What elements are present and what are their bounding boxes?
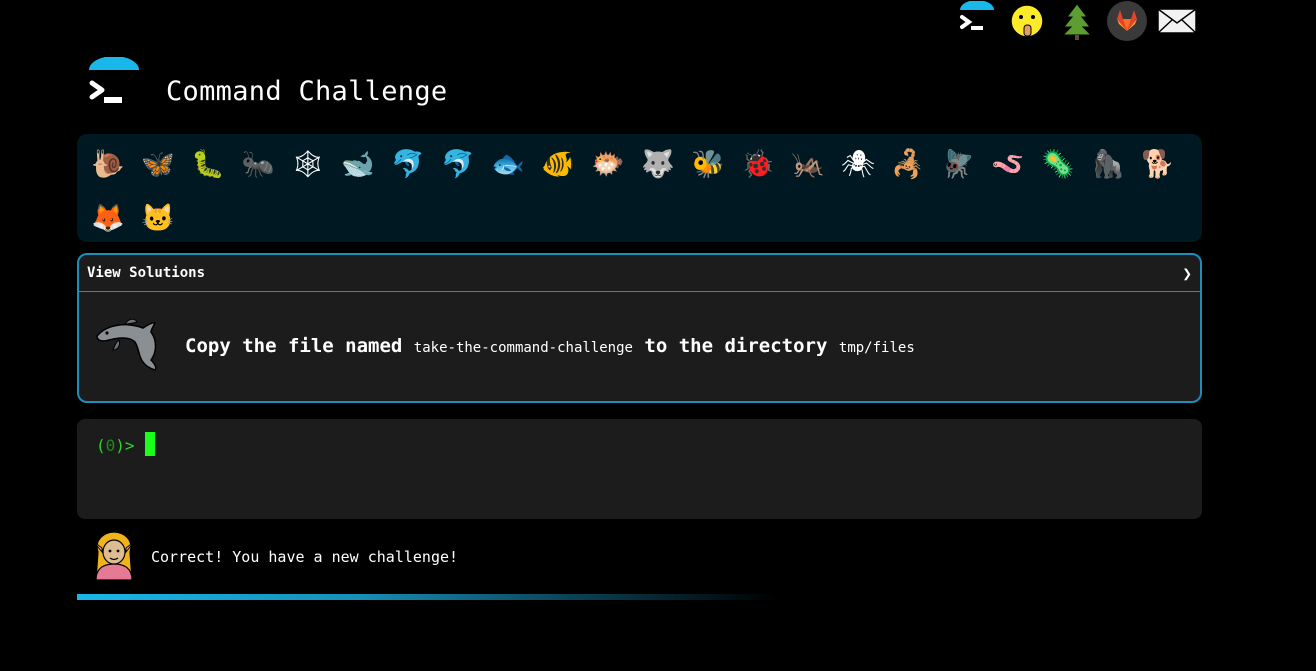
- shushing-face-icon[interactable]: [1005, 0, 1049, 42]
- terminal-umbrella-icon[interactable]: [955, 0, 999, 42]
- terminal-input[interactable]: (0)>: [77, 419, 1202, 519]
- chevron-right-icon: ❯: [1182, 263, 1192, 283]
- prompt-open: (: [96, 436, 106, 455]
- animal-tropical-fish-icon[interactable]: 🐠: [533, 139, 583, 189]
- task-directory: tmp/files: [838, 340, 915, 356]
- animal-dolphin-gray-icon[interactable]: 🐬: [433, 139, 483, 189]
- status-message: Correct! You have a new challenge!: [151, 548, 459, 566]
- terminal-cursor: [145, 432, 155, 456]
- terminal-umbrella-logo-icon[interactable]: [86, 56, 142, 111]
- top-icons: [955, 0, 1205, 42]
- animal-dolphin-blue-icon[interactable]: 🐬: [383, 139, 433, 189]
- page-title: Command Challenge: [166, 76, 448, 107]
- challenge-card: View Solutions ❯ Copy the file named tak…: [77, 253, 1202, 403]
- animal-worm-icon[interactable]: 🪱: [983, 139, 1033, 189]
- animal-spider-web-icon[interactable]: 🕸: [283, 139, 333, 189]
- animal-ladybug-icon[interactable]: 🐞: [733, 139, 783, 189]
- dolphin-icon: [91, 314, 163, 374]
- elf-icon: [86, 530, 142, 584]
- gitlab-icon[interactable]: [1105, 0, 1149, 42]
- prompt-close: )>: [115, 436, 135, 455]
- animal-bee-icon[interactable]: 🐝: [683, 139, 733, 189]
- task-middle: to the directory: [644, 335, 828, 357]
- animal-whale-icon[interactable]: 🐋: [333, 139, 383, 189]
- view-solutions-label: View Solutions: [87, 265, 206, 281]
- evergreen-tree-icon[interactable]: [1055, 0, 1099, 42]
- animal-fox-icon[interactable]: 🦊: [83, 193, 133, 243]
- envelope-icon[interactable]: [1155, 0, 1199, 42]
- animal-microbe-icon[interactable]: 🦠: [1033, 139, 1083, 189]
- challenge-body: Copy the file named take-the-command-cha…: [79, 292, 1200, 401]
- animal-blowfish-icon[interactable]: 🐡: [583, 139, 633, 189]
- animal-fly-icon[interactable]: 🪰: [933, 139, 983, 189]
- animal-butterfly-icon[interactable]: 🦋: [133, 139, 183, 189]
- task-prefix: Copy the file named: [185, 335, 403, 357]
- animal-snail-icon[interactable]: 🐌: [83, 139, 133, 189]
- terminal-prompt: (0)>: [96, 436, 135, 455]
- progress-bar: [77, 594, 777, 600]
- prompt-exit-code: 0: [105, 436, 116, 455]
- challenge-animals-strip: 🐌 🦋 🐛 🐜 🕸 🐋 🐬 🐬 🐟 🐠 🐡 🐺 🐝 🐞 🦗 🕷 🦂 🪰 🪱 🦠 🦍 🐕 🦊 🐱: [77, 134, 1202, 242]
- animal-spider-icon[interactable]: 🕷: [833, 139, 883, 189]
- challenge-task: Copy the file named take-the-command-cha…: [185, 335, 915, 357]
- animal-caterpillar-icon[interactable]: 🐛: [183, 139, 233, 189]
- animal-wolf-icon[interactable]: 🐺: [633, 139, 683, 189]
- animal-fish-icon[interactable]: 🐟: [483, 139, 533, 189]
- task-file: take-the-command-challenge: [413, 340, 633, 356]
- animal-ant-icon[interactable]: 🐜: [233, 139, 283, 189]
- animal-scorpion-icon[interactable]: 🦂: [883, 139, 933, 189]
- view-solutions-toggle[interactable]: View Solutions ❯: [79, 255, 1200, 292]
- animal-dog-icon[interactable]: 🐕: [1133, 139, 1183, 189]
- animal-gorilla-icon[interactable]: 🦍: [1083, 139, 1133, 189]
- animal-cat-icon[interactable]: 🐱: [133, 193, 183, 243]
- animal-cricket-icon[interactable]: 🦗: [783, 139, 833, 189]
